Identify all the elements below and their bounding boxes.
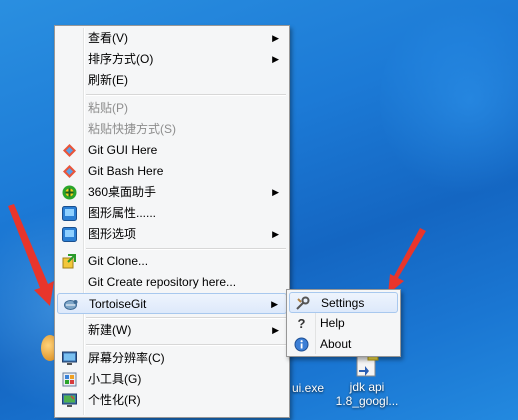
tortoisegit-submenu: Settings ? Help About bbox=[286, 289, 401, 357]
menu-item-label: 屏幕分辨率(C) bbox=[88, 351, 165, 365]
help-icon: ? bbox=[297, 316, 306, 331]
menu-item-label: 查看(V) bbox=[88, 31, 128, 45]
submenu-arrow-icon: ▶ bbox=[272, 33, 279, 43]
menu-item-label: 粘贴(P) bbox=[88, 101, 128, 115]
git-icon bbox=[62, 164, 77, 179]
menu-item-label: About bbox=[320, 337, 352, 351]
git-icon bbox=[62, 143, 77, 158]
menu-separator bbox=[86, 94, 286, 96]
menu-item-label: TortoiseGit bbox=[89, 297, 147, 311]
settings-icon bbox=[295, 296, 310, 311]
submenu-arrow-icon: ▶ bbox=[272, 325, 279, 335]
menu-item-label: 新建(W) bbox=[88, 323, 132, 337]
personalize-icon bbox=[62, 393, 77, 408]
desktop-icon-jdk-api[interactable]: jdk api 1.8_googl... bbox=[331, 350, 403, 408]
graphics-icon bbox=[62, 227, 77, 242]
menu-item-label: 图形属性...... bbox=[88, 206, 157, 220]
menu-item-graphics-options[interactable]: 图形选项 ▶ bbox=[57, 224, 287, 245]
menu-item-360-desktop[interactable]: 360桌面助手 ▶ bbox=[57, 182, 287, 203]
desktop-icon-label: jdk api 1.8_googl... bbox=[335, 380, 399, 408]
menu-item-tortoisegit[interactable]: TortoiseGit ▶ bbox=[57, 293, 287, 314]
monitor-icon bbox=[62, 351, 77, 366]
context-menu: 查看(V) ▶ 排序方式(O) ▶ 刷新(E) 粘贴(P) 粘贴快捷方式(S) … bbox=[54, 25, 290, 418]
menu-item-label: Git Bash Here bbox=[88, 164, 164, 178]
menu-item-label: 图形选项 bbox=[88, 227, 137, 241]
menu-item-graphics-properties[interactable]: 图形属性...... bbox=[57, 203, 287, 224]
info-icon bbox=[294, 337, 309, 352]
menu-item-label: Help bbox=[320, 316, 345, 330]
submenu-item-about[interactable]: About bbox=[289, 334, 398, 355]
menu-item-screen-resolution[interactable]: 屏幕分辨率(C) bbox=[57, 348, 287, 369]
menu-item-git-clone[interactable]: Git Clone... bbox=[57, 251, 287, 272]
menu-separator bbox=[86, 344, 286, 346]
menu-item-label: Git Clone... bbox=[88, 254, 149, 268]
submenu-arrow-icon: ▶ bbox=[271, 299, 278, 309]
menu-item-label: Settings bbox=[321, 296, 365, 310]
menu-item-new[interactable]: 新建(W) ▶ bbox=[57, 320, 287, 341]
menu-item-sort-by[interactable]: 排序方式(O) ▶ bbox=[57, 49, 287, 70]
red-arrow-right bbox=[388, 228, 426, 294]
menu-item-git-create-repo[interactable]: Git Create repository here... bbox=[57, 272, 287, 293]
menu-item-git-gui[interactable]: Git GUI Here bbox=[57, 140, 287, 161]
menu-separator bbox=[86, 317, 286, 319]
menu-item-label: 粘贴快捷方式(S) bbox=[88, 122, 176, 136]
menu-item-personalize[interactable]: 个性化(R) bbox=[57, 390, 287, 411]
menu-item-git-bash[interactable]: Git Bash Here bbox=[57, 161, 287, 182]
menu-item-label: 360桌面助手 bbox=[88, 185, 157, 199]
graphics-icon bbox=[62, 206, 77, 221]
menu-item-label: Git GUI Here bbox=[88, 143, 158, 157]
menu-item-label: 刷新(E) bbox=[88, 73, 128, 87]
menu-item-refresh[interactable]: 刷新(E) bbox=[57, 70, 287, 91]
menu-item-view[interactable]: 查看(V) ▶ bbox=[57, 28, 287, 49]
menu-item-paste: 粘贴(P) bbox=[57, 98, 287, 119]
submenu-arrow-icon: ▶ bbox=[272, 54, 279, 64]
gadgets-icon bbox=[62, 372, 77, 387]
git-clone-icon bbox=[62, 254, 77, 269]
360-icon bbox=[62, 185, 77, 200]
tortoisegit-icon bbox=[63, 297, 78, 312]
submenu-item-settings[interactable]: Settings bbox=[289, 292, 398, 313]
menu-item-label: Git Create repository here... bbox=[88, 275, 237, 289]
menu-item-label: 小工具(G) bbox=[88, 372, 142, 386]
menu-item-gadgets[interactable]: 小工具(G) bbox=[57, 369, 287, 390]
menu-separator bbox=[86, 248, 286, 250]
menu-item-label: 个性化(R) bbox=[88, 393, 141, 407]
submenu-item-help[interactable]: ? Help bbox=[289, 313, 398, 334]
menu-item-paste-shortcut: 粘贴快捷方式(S) bbox=[57, 119, 287, 140]
submenu-arrow-icon: ▶ bbox=[272, 229, 279, 239]
menu-item-label: 排序方式(O) bbox=[88, 52, 154, 66]
submenu-arrow-icon: ▶ bbox=[272, 187, 279, 197]
red-arrow-left bbox=[8, 204, 54, 306]
